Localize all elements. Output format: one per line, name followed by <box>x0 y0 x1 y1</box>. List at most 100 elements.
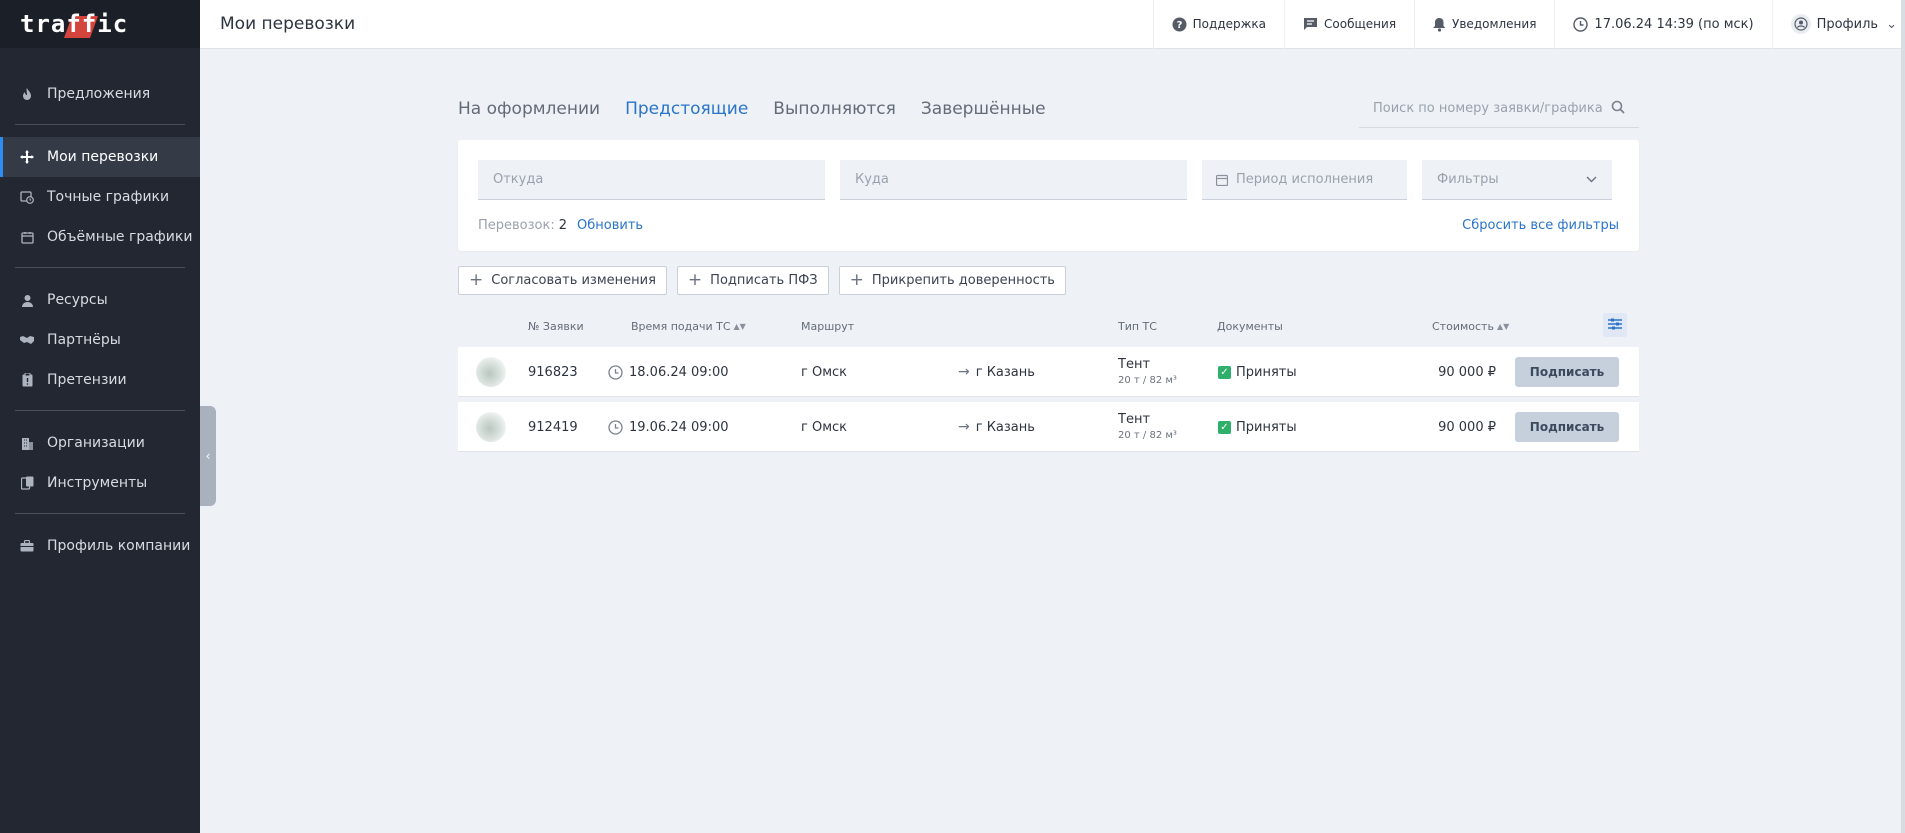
col-documents: Документы <box>1217 320 1283 333</box>
column-settings-button[interactable] <box>1603 313 1627 337</box>
table-row[interactable]: 916823 18.06.24 09:00 г Омск → г Казань … <box>458 347 1639 397</box>
chat-icon <box>1303 17 1318 31</box>
calendar-clock-icon <box>20 190 34 204</box>
user-icon <box>20 293 34 307</box>
building-icon <box>20 436 34 450</box>
sign-button[interactable]: Подписать <box>1515 412 1619 442</box>
calendar-icon <box>1216 174 1228 186</box>
sidebar-divider <box>15 410 185 411</box>
sidebar-item-offers[interactable]: Предложения <box>0 74 200 114</box>
carrier-avatar <box>476 402 506 452</box>
order-number[interactable]: 916823 <box>528 347 578 397</box>
refresh-link[interactable]: Обновить <box>577 218 643 233</box>
check-icon: ✓ <box>1218 420 1231 434</box>
bulk-actions: + Согласовать изменения + Подписать ПФЗ … <box>458 266 1639 295</box>
avatar <box>476 412 506 442</box>
clock-icon <box>608 364 623 380</box>
calendar-icon <box>20 230 34 244</box>
sidebar: traffic Предложения Мои перевозки Точные… <box>0 0 200 833</box>
arrow-right-icon: → <box>958 364 970 380</box>
tab-in-progress[interactable]: Выполняются <box>773 99 896 119</box>
col-cost[interactable]: Стоимость ▲▼ <box>1432 320 1509 333</box>
sidebar-item-my-shipments[interactable]: Мои перевозки <box>0 137 200 177</box>
sidebar-item-organizations[interactable]: Организации <box>0 423 200 463</box>
carrier-avatar <box>476 347 506 397</box>
route-from: г Омск <box>801 364 848 380</box>
order-number[interactable]: 912419 <box>528 402 578 452</box>
notifications-link[interactable]: Уведомления <box>1414 0 1554 49</box>
support-link[interactable]: ? Поддержка <box>1152 0 1284 49</box>
vehicle-type: Тент 20 т / 82 м³ <box>1118 412 1177 441</box>
clock-icon <box>1573 16 1589 32</box>
table-header: № Заявки Время подачи ТС ▲▼ Маршрут Тип Т… <box>458 307 1639 347</box>
documents-status: ✓ Приняты <box>1218 347 1297 397</box>
sidebar-item-company-profile[interactable]: Профиль компании <box>0 526 200 566</box>
cost: 90 000 ₽ <box>1438 419 1496 435</box>
tab-completed[interactable]: Завершённые <box>921 99 1046 119</box>
documents-status: ✓ Приняты <box>1218 402 1297 452</box>
handshake-icon <box>20 333 34 347</box>
page-scrollbar[interactable] <box>1901 0 1905 833</box>
chevron-down-icon: ⌄ <box>1886 16 1897 32</box>
avatar-icon <box>1790 14 1811 34</box>
filters-dropdown[interactable]: Фильтры <box>1422 160 1612 200</box>
messages-link[interactable]: Сообщения <box>1284 0 1414 49</box>
period-field[interactable]: Период исполнения <box>1202 160 1407 200</box>
sidebar-divider <box>15 513 185 514</box>
sliders-icon <box>1608 318 1622 333</box>
arrival-time: 19.06.24 09:00 <box>608 402 729 452</box>
main-content: На оформлении Предстоящие Выполняются За… <box>458 90 1639 457</box>
to-field[interactable]: Куда <box>840 160 1187 200</box>
avatar <box>476 357 506 387</box>
vehicle-type: Тент 20 т / 82 м³ <box>1118 357 1177 386</box>
sidebar-item-exact-schedules[interactable]: Точные графики <box>0 177 200 217</box>
sort-icon: ▲▼ <box>1496 322 1510 331</box>
tab-processing[interactable]: На оформлении <box>458 99 600 119</box>
sort-icon: ▲▼ <box>733 322 746 331</box>
col-arrival-time[interactable]: Время подачи ТС ▲▼ <box>631 320 746 333</box>
sign-pfz-button[interactable]: + Подписать ПФЗ <box>676 266 829 295</box>
shipments-count: 2 <box>558 218 568 233</box>
sidebar-item-volume-schedules[interactable]: Объёмные графики <box>0 217 200 257</box>
clipboard-icon <box>20 373 34 387</box>
chevron-down-icon <box>1586 172 1597 187</box>
route-from: г Омск <box>801 419 848 435</box>
route-to: → г Казань <box>958 419 1035 435</box>
sidebar-item-tools[interactable]: Инструменты <box>0 463 200 503</box>
sidebar-item-claims[interactable]: Претензии <box>0 360 200 400</box>
page-title: Мои перевозки <box>220 14 356 34</box>
arrival-time: 18.06.24 09:00 <box>608 347 729 397</box>
sidebar-collapse-handle[interactable]: ‹ <box>200 406 216 506</box>
shipments-count-label: Перевозок: <box>478 218 555 233</box>
col-route: Маршрут <box>801 320 855 333</box>
profile-menu[interactable]: Профиль ⌄ <box>1771 0 1905 49</box>
reset-filters-link[interactable]: Сбросить все фильтры <box>1462 218 1619 233</box>
chevron-left-icon: ‹ <box>205 449 211 463</box>
sidebar-item-partners[interactable]: Партнёры <box>0 320 200 360</box>
question-circle-icon: ? <box>1172 17 1187 32</box>
sign-cell: Подписать <box>1515 402 1619 452</box>
logo[interactable]: traffic <box>0 0 200 48</box>
plus-icon: + <box>469 270 484 290</box>
from-field[interactable]: Откуда <box>478 160 825 200</box>
plus-icon: + <box>849 270 864 290</box>
filter-panel: Откуда Куда Период исполнения Фильтры Пе… <box>458 140 1639 251</box>
svg-text:?: ? <box>1176 20 1182 31</box>
sign-button[interactable]: Подписать <box>1515 357 1619 387</box>
shipment-tabs: На оформлении Предстоящие Выполняются За… <box>458 90 1639 128</box>
sidebar-item-resources[interactable]: Ресурсы <box>0 280 200 320</box>
search-icon[interactable] <box>1611 100 1625 118</box>
briefcase-icon <box>20 539 34 553</box>
sidebar-divider <box>15 267 185 268</box>
col-order-no: № Заявки <box>528 320 584 333</box>
tab-upcoming[interactable]: Предстоящие <box>625 99 748 119</box>
table-row[interactable]: 912419 19.06.24 09:00 г Омск → г Казань … <box>458 402 1639 452</box>
search-input[interactable]: Поиск по номеру заявки/графика <box>1359 90 1639 128</box>
check-icon: ✓ <box>1218 365 1231 379</box>
col-vehicle-type: Тип ТС <box>1118 320 1157 333</box>
route-to: → г Казань <box>958 364 1035 380</box>
attach-poa-button[interactable]: + Прикрепить доверенность <box>838 266 1066 295</box>
approve-changes-button[interactable]: + Согласовать изменения <box>458 266 667 295</box>
clock-icon <box>608 419 623 435</box>
tools-icon <box>20 476 34 490</box>
